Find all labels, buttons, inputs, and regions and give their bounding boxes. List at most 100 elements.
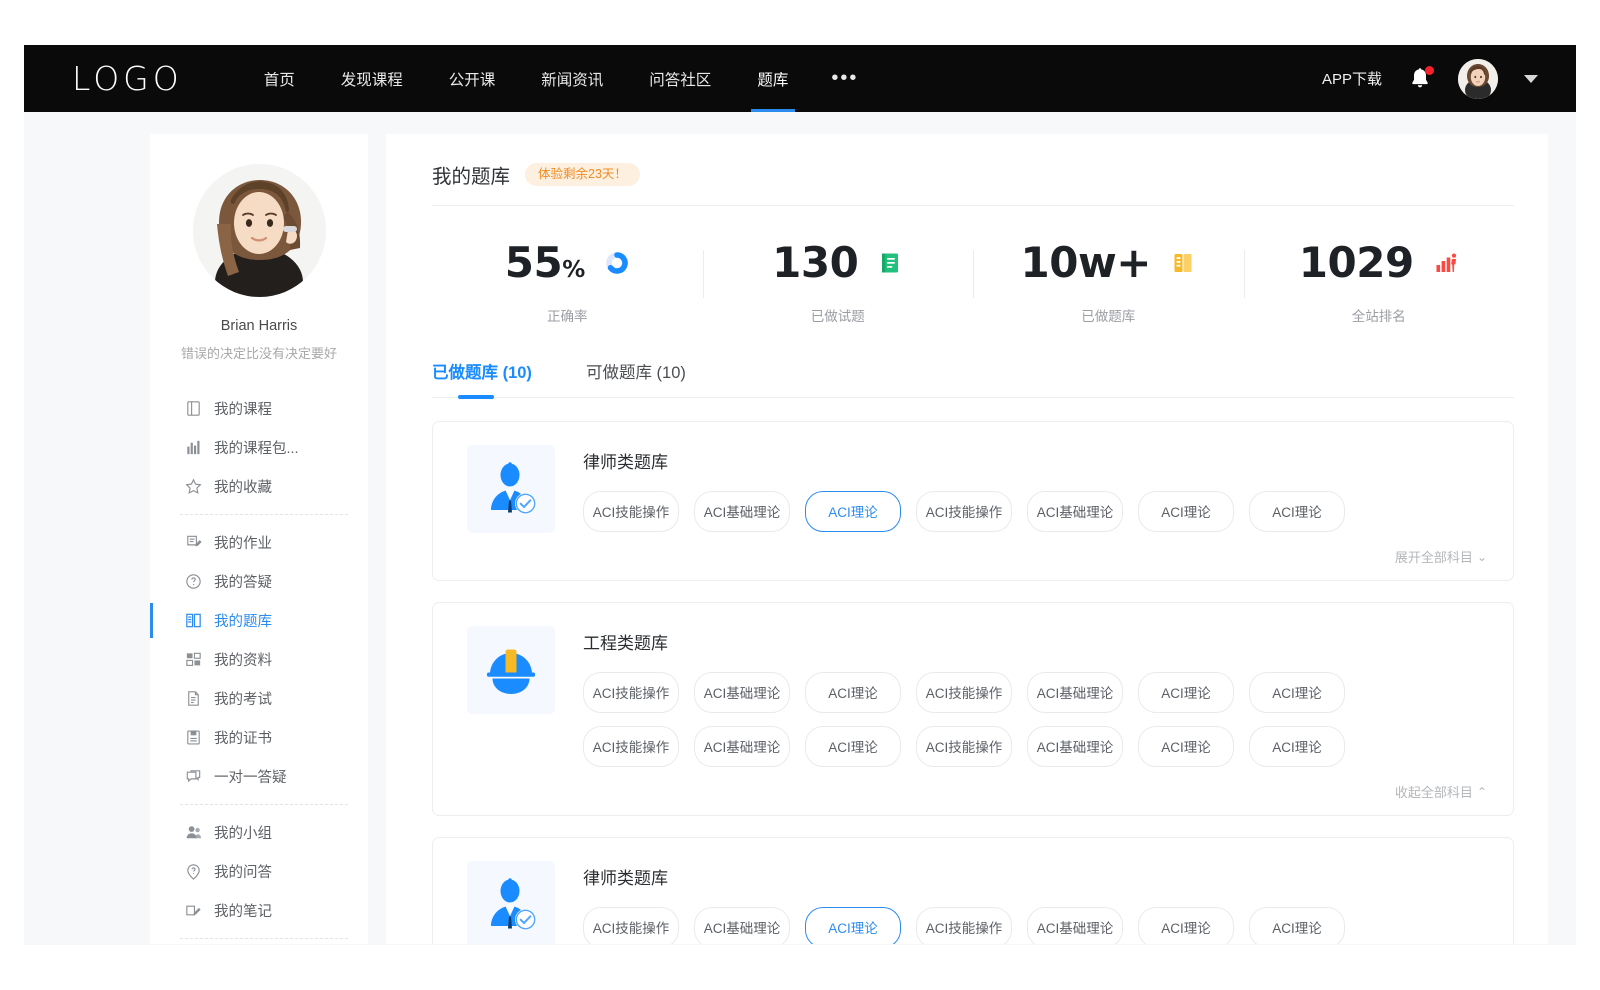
sidebar-item-label: 我的作业 xyxy=(214,532,272,553)
profile-avatar xyxy=(193,164,326,297)
question-pin-icon xyxy=(184,862,203,881)
main-content: 我的题库 体验剩余23天！ 55%正确率130已做试题10w+已做题库1029全… xyxy=(386,134,1548,944)
card-tag-row: ACI技能操作 ACI基础理论 ACI理论 ACI技能操作 ACI基础理论 ACI理论 AC… xyxy=(583,726,1487,767)
subject-tag[interactable]: ACI理论 xyxy=(1138,907,1234,944)
question-bank-list: 律师类题库ACI技能操作ACI基础理论ACI理论ACI技能操作ACI基础理论AC… xyxy=(432,421,1514,944)
nav-more-button[interactable]: ••• xyxy=(811,45,878,112)
subject-tag[interactable]: ACI技能操作 xyxy=(916,726,1012,767)
sidebar-item-2[interactable]: 我的课程包... xyxy=(158,428,360,467)
sidebar-profile: Brian Harris 错误的决定比没有决定要好 xyxy=(150,164,368,363)
top-navigation-bar: LOGO 首页发现课程公开课新闻资讯问答社区题库 ••• APP下载 xyxy=(24,45,1576,112)
site-logo[interactable]: LOGO xyxy=(72,62,183,95)
subject-tag[interactable]: ACI技能操作 xyxy=(583,672,679,713)
profile-user-motto: 错误的决定比没有决定要好 xyxy=(164,345,354,363)
sidebar-item-label: 我的课程 xyxy=(214,398,272,419)
exam-paper-icon xyxy=(184,689,203,708)
subject-tag[interactable]: ACI理论 xyxy=(1138,491,1234,532)
note-pen-icon xyxy=(184,901,203,920)
card-tag-row: ACI技能操作 ACI基础理论 ACI理论 ACI技能操作 ACI基础理论 ACI理论 AC… xyxy=(583,907,1487,944)
subject-tag[interactable]: ACI理论 xyxy=(805,907,901,944)
user-menu-chevron-down-icon[interactable] xyxy=(1524,75,1538,83)
grid-files-icon xyxy=(184,650,203,669)
nav-item-6[interactable]: 题库 xyxy=(734,45,811,112)
subject-tag[interactable]: ACI理论 xyxy=(805,726,901,767)
subject-tag[interactable]: ACI基础理论 xyxy=(1027,491,1123,532)
question-bank-card[interactable]: 律师类题库ACI技能操作ACI基础理论ACI理论ACI技能操作ACI基础理论AC… xyxy=(432,837,1514,944)
content-tabs: 已做题库 (10) 可做题库 (10) xyxy=(432,359,1514,398)
sidebar-item-12[interactable]: 我的问答 xyxy=(158,852,360,891)
subject-tag[interactable]: ACI技能操作 xyxy=(916,672,1012,713)
sidebar-item-11[interactable]: 我的小组 xyxy=(158,813,360,852)
green-note-icon xyxy=(877,250,903,276)
nav-item-1[interactable]: 首页 xyxy=(241,45,318,112)
sidebar-item-label: 一对一答疑 xyxy=(214,766,287,787)
sidebar-item-6[interactable]: 我的题库 xyxy=(158,601,360,640)
stat-value: 10w+ xyxy=(1021,242,1151,284)
red-rank-chart-icon xyxy=(1433,250,1459,276)
sidebar-divider xyxy=(180,938,348,939)
subject-tag[interactable]: ACI基础理论 xyxy=(694,907,790,944)
sidebar-item-7[interactable]: 我的资料 xyxy=(158,640,360,679)
subject-tag[interactable]: ACI理论 xyxy=(1249,907,1345,944)
subject-tag[interactable]: ACI理论 xyxy=(1249,726,1345,767)
lawyer-badge-icon xyxy=(467,861,555,944)
subject-tag[interactable]: ACI技能操作 xyxy=(583,491,679,532)
sidebar-item-label: 我的问答 xyxy=(214,861,272,882)
expand-subjects-button[interactable]: 展开全部科目⌄ xyxy=(583,545,1487,566)
subject-tag[interactable]: ACI理论 xyxy=(805,672,901,713)
subject-tag[interactable]: ACI技能操作 xyxy=(916,491,1012,532)
nav-item-4[interactable]: 新闻资讯 xyxy=(518,45,626,112)
sidebar-item-label: 我的资料 xyxy=(214,649,272,670)
hard-hat-icon xyxy=(480,639,542,701)
app-download-link[interactable]: APP下载 xyxy=(1322,68,1382,89)
toggle-subjects-label: 展开全部科目 xyxy=(1395,547,1473,566)
stat-value-row: 1029 xyxy=(1299,242,1459,284)
app-shell: LOGO 首页发现课程公开课新闻资讯问答社区题库 ••• APP下载 xyxy=(24,45,1576,945)
subject-tag[interactable]: ACI基础理论 xyxy=(694,672,790,713)
subject-tag[interactable]: ACI技能操作 xyxy=(583,907,679,944)
question-bank-card[interactable]: 律师类题库 ACI技能操作 ACI基础理论 ACI理论 ACI技能操作 ACI基础理论 AC… xyxy=(432,421,1514,581)
sidebar-item-8[interactable]: 我的考试 xyxy=(158,679,360,718)
sidebar-item-13[interactable]: 我的笔记 xyxy=(158,891,360,930)
sidebar-item-label: 我的收藏 xyxy=(214,476,272,497)
trial-status-badge: 体验剩余23天！ xyxy=(525,163,640,187)
sidebar-item-3[interactable]: 我的收藏 xyxy=(158,467,360,506)
sidebar-item-5[interactable]: 我的答疑 xyxy=(158,562,360,601)
nav-item-3[interactable]: 公开课 xyxy=(426,45,519,112)
sidebar-divider xyxy=(180,514,348,515)
hard-hat-icon xyxy=(467,626,555,714)
subject-tag[interactable]: ACI基础理论 xyxy=(694,491,790,532)
sidebar-item-9[interactable]: 我的证书 xyxy=(158,718,360,757)
subject-tag[interactable]: ACI理论 xyxy=(1138,672,1234,713)
card-body: 律师类题库ACI技能操作ACI基础理论ACI理论ACI技能操作ACI基础理论AC… xyxy=(583,861,1487,944)
nav-item-5[interactable]: 问答社区 xyxy=(626,45,734,112)
stat-value: 130 xyxy=(772,242,858,284)
tab-1[interactable]: 已做题库 (10) xyxy=(432,359,532,397)
subject-tag[interactable]: ACI理论 xyxy=(805,491,901,532)
subject-tag[interactable]: ACI理论 xyxy=(1249,491,1345,532)
sidebar-item-1[interactable]: 我的课程 xyxy=(158,389,360,428)
page-title: 我的题库 xyxy=(432,160,510,189)
user-avatar[interactable] xyxy=(1458,59,1498,99)
star-icon xyxy=(184,477,203,496)
donut-progress-icon xyxy=(604,250,630,276)
question-bank-card[interactable]: 工程类题库ACI技能操作ACI基础理论ACI理论ACI技能操作ACI基础理论AC… xyxy=(432,602,1514,816)
subject-tag[interactable]: ACI基础理论 xyxy=(1027,672,1123,713)
tab-2[interactable]: 可做题库 (10) xyxy=(586,359,686,397)
subject-tag[interactable]: ACI理论 xyxy=(1138,726,1234,767)
sidebar-item-label: 我的证书 xyxy=(214,727,272,748)
collapse-subjects-button[interactable]: 收起全部科目⌃ xyxy=(583,780,1487,801)
subject-tag[interactable]: ACI基础理论 xyxy=(1027,726,1123,767)
subject-tag[interactable]: ACI技能操作 xyxy=(583,726,679,767)
subject-tag[interactable]: ACI技能操作 xyxy=(916,907,1012,944)
sidebar-item-10[interactable]: 一对一答疑 xyxy=(158,757,360,796)
notification-bell-button[interactable] xyxy=(1408,66,1432,92)
certificate-icon xyxy=(184,728,203,747)
nav-item-2[interactable]: 发现课程 xyxy=(318,45,426,112)
card-title: 律师类题库 xyxy=(583,448,1487,473)
sidebar-item-4[interactable]: 我的作业 xyxy=(158,523,360,562)
subject-tag[interactable]: ACI基础理论 xyxy=(1027,907,1123,944)
sidebar-item-label: 我的课程包... xyxy=(214,437,299,458)
subject-tag[interactable]: ACI基础理论 xyxy=(694,726,790,767)
subject-tag[interactable]: ACI理论 xyxy=(1249,672,1345,713)
